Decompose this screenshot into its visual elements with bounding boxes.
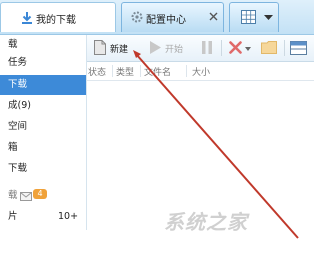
watermark-text: 系统之家 — [164, 210, 248, 234]
arrow-head — [133, 50, 141, 58]
